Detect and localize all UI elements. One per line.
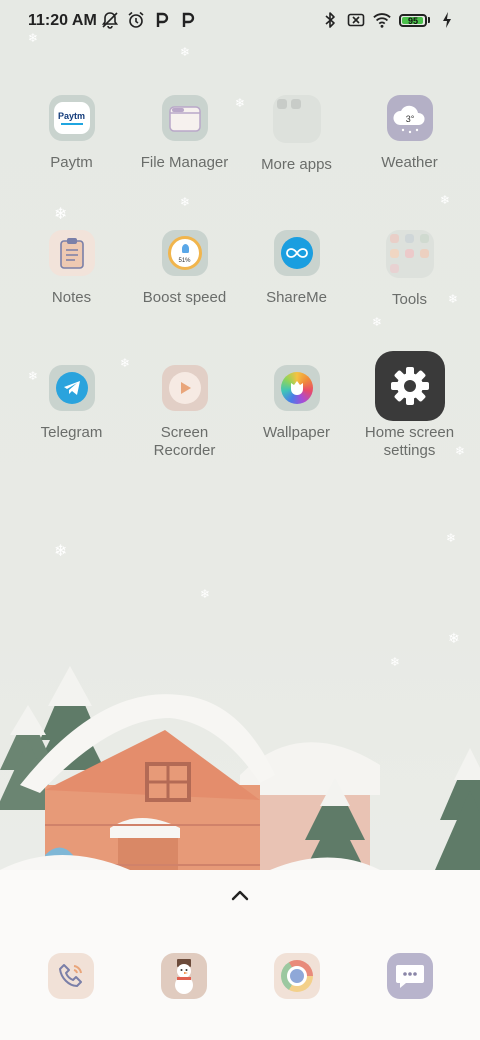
paytm-logo-text: Paytm — [57, 111, 85, 121]
paytm-p-icon — [179, 10, 197, 30]
weather-temp: 3° — [405, 114, 414, 124]
wifi-icon — [373, 10, 391, 30]
app-screen-recorder[interactable]: Screen Recorder — [128, 365, 241, 460]
snowflake: ❄ — [180, 195, 191, 209]
app-wallpaper[interactable]: Wallpaper — [240, 365, 353, 442]
snowflake: ❄ — [28, 31, 39, 45]
folder-more-apps[interactable]: More apps — [240, 95, 353, 174]
status-time: 11:20 AM — [28, 12, 97, 29]
app-label: Paytm — [50, 154, 93, 171]
bluetooth-icon — [321, 10, 339, 30]
app-label: File Manager — [140, 154, 229, 171]
color-wheel-icon — [273, 365, 320, 411]
app-label: Telegram — [40, 424, 103, 441]
clipboard-icon — [48, 230, 95, 276]
app-drawer-chevron-up-icon[interactable] — [228, 884, 252, 908]
snowman-icon[interactable] — [161, 953, 207, 999]
app-file-manager[interactable]: File Manager — [128, 95, 241, 172]
app-label: Notes — [51, 289, 92, 306]
snowflake: ❄ — [54, 543, 68, 560]
dock — [0, 950, 480, 1010]
infinity-icon — [273, 230, 320, 276]
snowflake: ❄ — [446, 531, 457, 545]
app-folder-icon — [272, 95, 321, 143]
boost-percent: 51% — [178, 258, 191, 264]
snowflake: ❄ — [54, 206, 68, 223]
app-label: More apps — [261, 156, 332, 173]
rocket-icon: 51% — [161, 230, 208, 276]
pine-tree — [435, 748, 480, 870]
snowflake: ❄ — [200, 587, 211, 601]
phone-icon[interactable] — [48, 953, 94, 999]
play-icon — [161, 365, 208, 411]
snowflake: ❄ — [180, 45, 191, 59]
tools-folder-icon — [385, 230, 434, 278]
app-shareme[interactable]: ShareMe — [240, 230, 353, 307]
app-label: Boost speed — [142, 289, 227, 306]
status-bar: 11:20 AM 95 — [0, 0, 480, 42]
snowflake: ❄ — [372, 315, 383, 329]
app-label: Home screen settings — [364, 424, 455, 459]
app-label: Screen Recorder — [153, 424, 216, 459]
no-sim-icon — [347, 10, 365, 30]
weather-cloud-icon: 3° — [386, 95, 433, 141]
paytm-p-icon — [153, 10, 171, 30]
app-boost-speed[interactable]: 51% Boost speed — [128, 230, 241, 307]
app-label: Weather — [381, 154, 438, 171]
paper-plane-icon — [48, 365, 95, 411]
snowflake: ❄ — [440, 193, 451, 207]
charging-icon — [438, 10, 456, 30]
app-label: Tools — [391, 291, 428, 308]
folder-icon — [161, 95, 208, 141]
app-home-screen-settings[interactable]: Home screen settings — [353, 351, 466, 460]
app-paytm[interactable]: Paytm Paytm — [15, 95, 128, 172]
gear-icon — [374, 351, 445, 421]
app-label: ShareMe — [266, 289, 327, 306]
alarm-clock-icon — [127, 10, 145, 30]
battery-icon: 95 — [399, 13, 430, 27]
app-weather[interactable]: 3° Weather — [353, 95, 466, 172]
app-label: Wallpaper — [263, 424, 330, 441]
message-bubble-icon[interactable] — [387, 953, 433, 999]
snowflake: ❄ — [448, 630, 460, 646]
muted-bell-icon — [101, 10, 119, 30]
folder-tools[interactable]: Tools — [353, 230, 466, 309]
paytm-logo-icon: Paytm — [48, 95, 95, 141]
app-telegram[interactable]: Telegram — [15, 365, 128, 442]
app-notes[interactable]: Notes — [15, 230, 128, 307]
battery-level: 95 — [407, 15, 418, 26]
chrome-icon[interactable] — [274, 953, 320, 999]
